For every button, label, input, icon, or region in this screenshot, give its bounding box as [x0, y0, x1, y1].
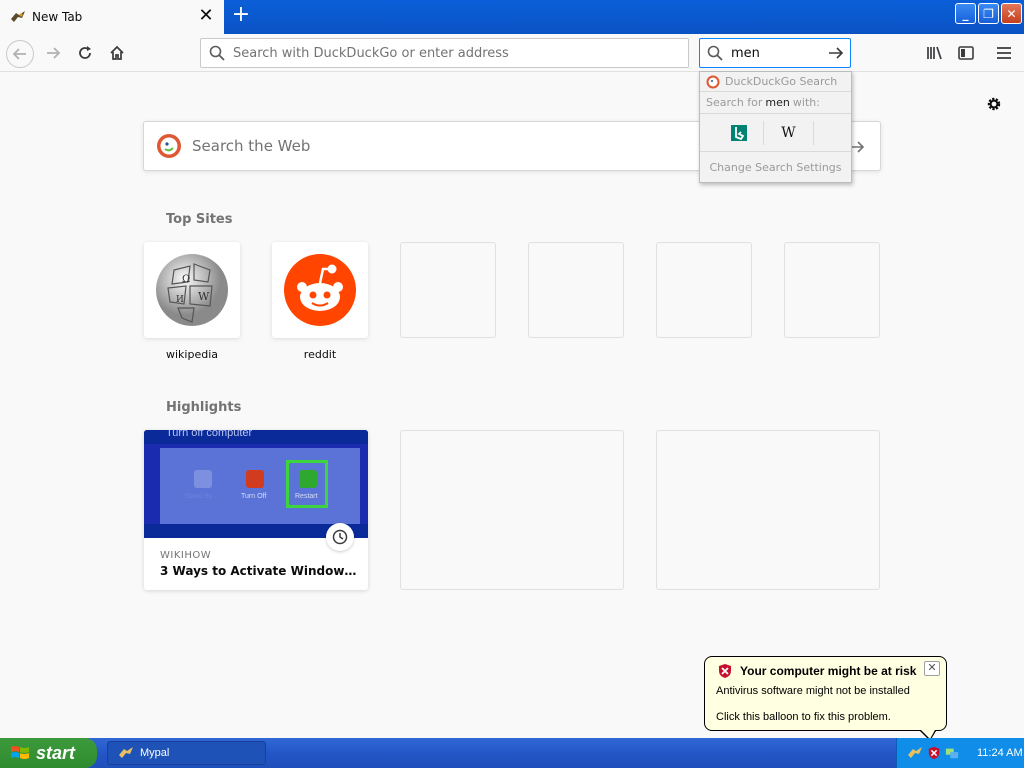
forward-arrow-icon: [47, 47, 61, 59]
mypal-tray-icon[interactable]: [907, 745, 923, 761]
window-controls: _ ❐ ✕: [955, 3, 1022, 24]
back-button[interactable]: [6, 40, 34, 68]
duckduckgo-logo-icon: [157, 134, 181, 158]
security-shield-icon: [719, 664, 731, 678]
tab-title: New Tab: [32, 10, 83, 24]
search-icon: [209, 45, 225, 61]
top-site-empty: [528, 242, 624, 338]
reload-icon: [79, 46, 91, 59]
tab-close-icon[interactable]: ✕: [198, 7, 214, 25]
gear-icon[interactable]: [984, 94, 1004, 114]
turnoff-icon: [246, 470, 264, 488]
security-alert-tray-icon[interactable]: [927, 746, 941, 760]
maximize-button[interactable]: ❐: [978, 3, 999, 24]
popup-query: men: [765, 96, 790, 109]
thumb-caption: Turn off computer: [166, 430, 253, 439]
system-tray: 11:24 AM: [896, 738, 1024, 768]
balloon-close-button[interactable]: ✕: [924, 661, 940, 676]
popup-engine-header: DuckDuckGo Search: [700, 72, 851, 92]
forward-button[interactable]: [42, 42, 64, 64]
mypal-app-icon: [119, 747, 133, 758]
search-icon: [707, 45, 723, 61]
tray-clock: 11:24 AM: [977, 747, 1023, 759]
search-go-arrow-icon[interactable]: [827, 44, 845, 62]
bing-icon: [730, 124, 747, 141]
popup-engine-list: W: [700, 114, 851, 152]
address-bar[interactable]: [200, 38, 689, 68]
home-icon: [110, 45, 124, 60]
new-tab-button[interactable]: +: [230, 4, 252, 27]
menu-button[interactable]: [993, 42, 1015, 64]
thumb-button-label: Stand By: [184, 493, 213, 500]
wikipedia-globe-icon: Ω W И: [156, 254, 228, 326]
taskbar-item-label: Mypal: [140, 747, 170, 759]
sidebar-toggle-button[interactable]: [955, 42, 977, 64]
popup-search-for-prefix: Search for: [706, 96, 763, 109]
close-window-button[interactable]: ✕: [1001, 3, 1022, 24]
library-icon: [927, 46, 942, 60]
tab-new-tab[interactable]: New Tab ✕: [0, 0, 224, 34]
clock-icon: [332, 529, 348, 545]
change-search-settings-button[interactable]: Change Search Settings: [700, 152, 851, 182]
highlight-empty: [400, 430, 624, 590]
top-site-label: wikipedia: [165, 348, 218, 361]
balloon-title: Your computer might be at risk: [740, 664, 917, 678]
recently-visited-badge: [326, 523, 354, 551]
highlight-card[interactable]: Turn off computer Stand By Turn Off Rest…: [144, 430, 368, 590]
duckduckgo-icon: [706, 75, 720, 88]
top-site-reddit[interactable]: [272, 242, 368, 338]
balloon-message: Antivirus software might not be installe…: [716, 685, 910, 697]
highlight-title: 3 Ways to Activate Windows XP...: [160, 564, 360, 578]
address-input[interactable]: [233, 45, 688, 61]
thumb-button-label: Restart: [295, 493, 318, 500]
network-tray-icon[interactable]: [945, 746, 959, 760]
top-site-empty: [656, 242, 752, 338]
minimize-button[interactable]: _: [955, 3, 976, 24]
popup-search-for: Search for men with:: [700, 92, 851, 114]
nav-toolbar: [0, 34, 1024, 72]
highlight-thumbnail: Turn off computer Stand By Turn Off Rest…: [144, 430, 368, 538]
popup-search-for-suffix: with:: [792, 96, 820, 109]
sidebar-icon: [958, 46, 974, 60]
top-site-label: reddit: [303, 348, 337, 361]
thumb-button-label: Turn Off: [241, 493, 267, 500]
back-arrow-icon: [12, 48, 26, 60]
svg-text:И: И: [176, 295, 184, 305]
mypal-favicon-icon: [11, 11, 25, 22]
wikipedia-engine-button[interactable]: W: [764, 120, 814, 145]
security-balloon[interactable]: Your computer might be at risk ✕ Antivir…: [704, 656, 947, 741]
svg-text:W: W: [198, 290, 210, 303]
taskbar-item-mypal[interactable]: Mypal: [107, 741, 266, 765]
library-button[interactable]: [924, 42, 946, 64]
reload-button[interactable]: [74, 42, 96, 64]
wikipedia-icon: W: [781, 124, 796, 141]
top-sites-heading: Top Sites: [166, 212, 233, 227]
highlights-heading: Highlights: [166, 400, 242, 415]
highlight-empty: [656, 430, 880, 590]
highlight-source: WIKIHOW: [160, 550, 212, 561]
start-label: start: [36, 742, 76, 763]
taskbar: start Mypal 11:24 AM: [0, 738, 1024, 768]
home-button[interactable]: [106, 42, 128, 64]
standby-icon: [194, 470, 212, 488]
restart-icon: [299, 470, 317, 488]
search-suggestions-popup: DuckDuckGo Search Search for men with: W…: [699, 71, 852, 183]
top-site-wikipedia[interactable]: Ω W И: [144, 242, 240, 338]
balloon-action-text: Click this balloon to fix this problem.: [716, 711, 891, 723]
hamburger-menu-icon: [997, 47, 1011, 59]
bing-engine-button[interactable]: [714, 120, 764, 145]
windows-flag-icon: [11, 746, 29, 759]
svg-text:Ω: Ω: [182, 274, 190, 285]
top-site-empty: [784, 242, 880, 338]
reddit-logo-icon: [284, 254, 356, 326]
top-site-empty: [400, 242, 496, 338]
title-bar: New Tab ✕ + _ ❐ ✕: [0, 0, 1024, 34]
popup-engine-name: DuckDuckGo Search: [725, 75, 838, 88]
start-button[interactable]: start: [0, 738, 97, 768]
search-bar[interactable]: [699, 38, 851, 68]
